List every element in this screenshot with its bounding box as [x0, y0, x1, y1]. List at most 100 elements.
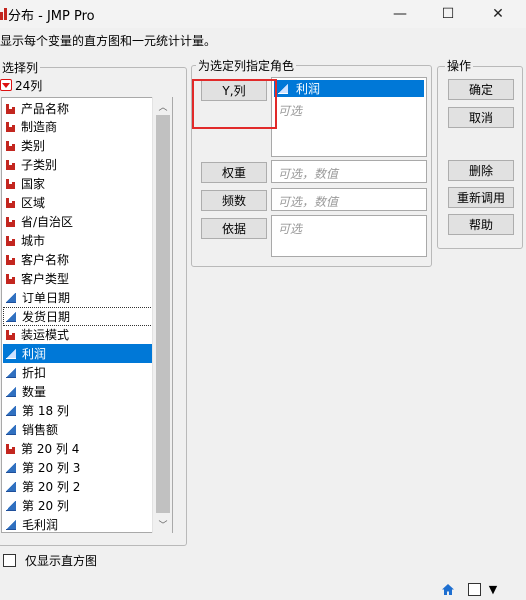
window-title: 分布 - JMP Pro — [8, 9, 95, 24]
column-list-item[interactable]: 毛利润 — [3, 515, 153, 534]
column-list-item[interactable]: 第 20 列 4 — [3, 439, 153, 458]
by-box[interactable]: 可选 — [271, 215, 427, 257]
recall-button[interactable]: 重新调用 — [448, 187, 514, 208]
minimize-button[interactable]: — — [380, 0, 420, 28]
window-list-dropdown[interactable]: ▼ — [486, 581, 500, 597]
column-label: 产品名称 — [21, 102, 70, 116]
column-list-item[interactable]: 第 20 列 3 — [3, 458, 153, 477]
column-label: 省/自治区 — [21, 215, 74, 229]
column-list-item[interactable]: 客户名称 — [3, 250, 153, 269]
continuous-icon — [6, 348, 16, 359]
nominal-icon — [6, 254, 15, 265]
column-label: 第 20 列 — [22, 499, 69, 513]
title-bar: 分布 - JMP Pro — ☐ ✕ — [0, 0, 526, 28]
column-list-item[interactable]: 第 20 列 — [3, 496, 153, 515]
weight-box[interactable]: 可选，数值 — [271, 160, 427, 183]
column-list-item[interactable]: 子类别 — [3, 155, 153, 174]
red-triangle-menu-icon[interactable] — [0, 79, 12, 91]
continuous-icon — [6, 424, 16, 435]
histogram-only-option[interactable]: 仅显示直方图 — [3, 552, 97, 569]
continuous-icon — [6, 519, 16, 530]
nominal-icon — [6, 443, 15, 454]
nominal-icon — [6, 159, 15, 170]
column-list[interactable]: 产品名称制造商类别 子类别国家区域省/自治区城市客户名称客户类型订单日期发货日期装… — [1, 97, 173, 533]
column-list-item[interactable]: 第 20 列 2 — [3, 477, 153, 496]
column-label: 国家 — [21, 177, 46, 191]
column-label: 第 20 列 3 — [22, 461, 81, 475]
scroll-up-icon[interactable]: ︿ — [153, 98, 173, 114]
column-list-item[interactable]: 第 18 列 — [3, 401, 153, 420]
cast-roles-legend: 为选定列指定角色 — [196, 57, 297, 74]
continuous-icon — [6, 405, 16, 416]
freq-box[interactable]: 可选，数值 — [271, 188, 427, 211]
column-list-item[interactable]: 省/自治区 — [3, 212, 153, 231]
continuous-icon — [6, 311, 16, 322]
column-list-item[interactable]: 国家 — [3, 174, 153, 193]
select-columns-legend: 选择列 — [0, 59, 41, 76]
nominal-icon — [6, 273, 15, 284]
column-list-item[interactable]: 装运模式 — [3, 325, 153, 344]
nominal-icon — [6, 197, 15, 208]
y-columns-button[interactable]: Y,列 — [201, 80, 267, 101]
nominal-icon — [6, 121, 15, 132]
continuous-icon — [6, 500, 16, 511]
column-label: 第 18 列 — [22, 404, 69, 418]
column-label: 数量 — [22, 385, 47, 399]
home-icon[interactable] — [440, 581, 456, 597]
window-list-icon[interactable] — [466, 581, 482, 597]
nominal-icon — [6, 178, 15, 189]
by-button[interactable]: 依据 — [201, 218, 267, 239]
column-label: 第 20 列 4 — [21, 442, 80, 456]
column-list-item[interactable]: 区域 — [3, 193, 153, 212]
column-count: 24列 — [15, 78, 43, 93]
cancel-button[interactable]: 取消 — [448, 107, 514, 128]
continuous-icon — [6, 481, 16, 492]
scrollbar-thumb[interactable] — [156, 115, 170, 513]
remove-button[interactable]: 删除 — [448, 160, 514, 181]
weight-placeholder: 可选，数值 — [278, 167, 339, 181]
column-list-item[interactable]: 利润 — [3, 344, 153, 363]
scroll-down-icon[interactable]: ﹀ — [153, 516, 173, 532]
column-label: 发货日期 — [22, 310, 71, 324]
by-placeholder: 可选 — [278, 222, 303, 236]
continuous-icon — [6, 367, 16, 378]
column-list-item[interactable]: 订单日期 — [3, 288, 153, 307]
actions-legend: 操作 — [445, 57, 474, 74]
freq-button[interactable]: 频数 — [201, 190, 267, 211]
assigned-y-label: 利润 — [296, 82, 321, 96]
assigned-y-column[interactable]: 利润 — [274, 80, 424, 97]
column-count-row[interactable]: 24列 — [0, 78, 43, 93]
column-label: 订单日期 — [22, 291, 71, 305]
column-list-item[interactable]: 客户类型 — [3, 269, 153, 288]
weight-button[interactable]: 权重 — [201, 162, 267, 183]
column-list-scrollbar[interactable]: ︿ ﹀ — [152, 97, 172, 533]
column-list-item[interactable]: 制造商 — [3, 117, 153, 136]
continuous-icon — [6, 462, 16, 473]
continuous-icon — [6, 386, 16, 397]
nominal-icon — [6, 103, 15, 114]
column-label: 销售额 — [22, 423, 59, 437]
histogram-only-label: 仅显示直方图 — [25, 554, 98, 568]
maximize-button[interactable]: ☐ — [428, 0, 468, 28]
help-button[interactable]: 帮助 — [448, 214, 514, 235]
column-list-item[interactable]: 数量 — [3, 382, 153, 401]
histogram-only-checkbox[interactable] — [3, 554, 16, 567]
column-list-item[interactable]: 销售额 — [3, 420, 153, 439]
column-label: 装运模式 — [21, 328, 70, 342]
y-placeholder: 可选 — [278, 104, 303, 118]
column-list-item[interactable]: 类别 — [3, 136, 153, 155]
column-label: 毛利润 — [22, 518, 59, 532]
ok-button[interactable]: 确定 — [448, 79, 514, 100]
column-label: 折扣 — [22, 366, 47, 380]
close-button[interactable]: ✕ — [478, 0, 518, 28]
column-label: 客户名称 — [21, 253, 70, 267]
nominal-icon — [6, 235, 15, 246]
column-list-item[interactable]: 折扣 — [3, 363, 153, 382]
column-label: 制造商 — [21, 120, 58, 134]
column-list-item[interactable]: 城市 — [3, 231, 153, 250]
continuous-icon — [278, 83, 288, 94]
column-list-item[interactable]: 发货日期 — [3, 307, 153, 326]
column-list-item[interactable]: 产品名称 — [3, 99, 153, 118]
y-columns-box[interactable]: 利润 可选 — [271, 77, 427, 157]
continuous-icon — [6, 292, 16, 303]
